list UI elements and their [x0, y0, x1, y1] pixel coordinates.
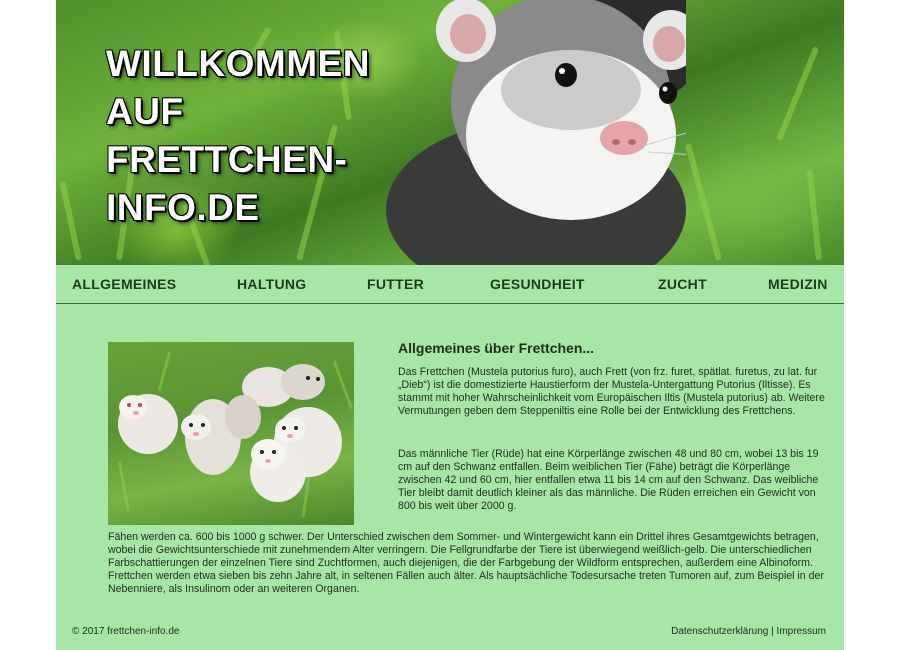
footer-copyright: © 2017 frettchen-info.de — [72, 626, 180, 637]
hero-title: WILLKOMMEN AUF FRETTCHEN- INFO.DE — [106, 40, 370, 232]
page-container: WILLKOMMEN AUF FRETTCHEN- INFO.DE ALLGEM… — [56, 0, 844, 650]
nav-item-allgemeines[interactable]: ALLGEMEINES — [72, 276, 176, 292]
privacy-link[interactable]: Datenschutzerklärung — [671, 626, 768, 637]
main-navigation: ALLGEMEINES HALTUNG FUTTER GESUNDHEIT ZU… — [56, 265, 844, 304]
paragraph-intro: Das Frettchen (Mustela putorius furo), a… — [398, 366, 825, 417]
nav-item-zucht[interactable]: ZUCHT — [658, 276, 707, 292]
hero-title-line: INFO.DE — [106, 187, 260, 228]
ferret-head-illustration — [386, 0, 686, 265]
footer-separator: | — [771, 626, 774, 637]
paragraph-weight: Fähen werden ca. 600 bis 1000 g schwer. … — [108, 531, 824, 595]
imprint-link[interactable]: Impressum — [777, 626, 826, 637]
hero-title-line: FRETTCHEN- — [106, 139, 348, 180]
hero-title-line: WILLKOMMEN — [106, 43, 370, 84]
ferret-kits-photo — [108, 342, 354, 525]
header-banner: WILLKOMMEN AUF FRETTCHEN- INFO.DE — [56, 0, 844, 265]
section-heading: Allgemeines über Frettchen... — [398, 340, 595, 356]
paragraph-size: Das männliche Tier (Rüde) hat eine Körpe… — [398, 448, 819, 512]
hero-title-line: AUF — [106, 91, 184, 132]
nav-item-medizin[interactable]: MEDIZIN — [768, 276, 828, 292]
nav-item-haltung[interactable]: HALTUNG — [237, 276, 307, 292]
nav-item-gesundheit[interactable]: GESUNDHEIT — [490, 276, 585, 292]
footer-links: Datenschutzerklärung | Impressum — [671, 626, 826, 637]
nav-item-futter[interactable]: FUTTER — [367, 276, 424, 292]
